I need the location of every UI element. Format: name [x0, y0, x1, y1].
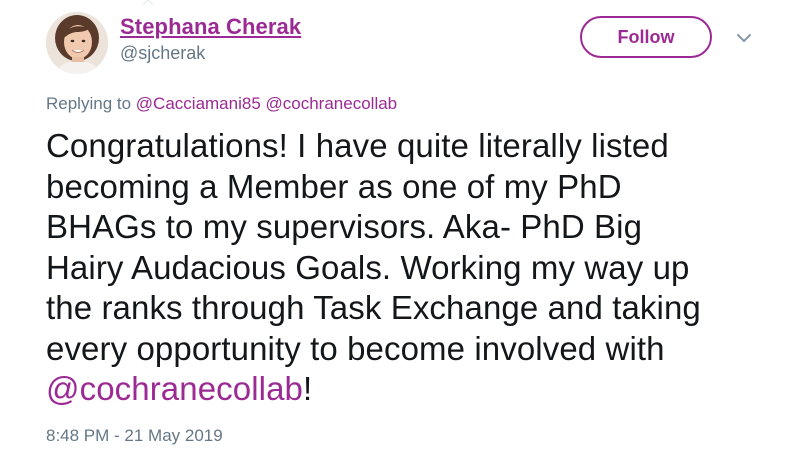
reply-mention-link[interactable]: @cochranecollab	[266, 94, 398, 113]
caret-up-icon	[142, 0, 154, 6]
avatar[interactable]	[46, 12, 108, 74]
chevron-down-icon[interactable]	[733, 30, 755, 46]
tweet-text-line: Congratulations! I have quite literally …	[46, 127, 669, 164]
user-name-link[interactable]: Stephana Cherak	[120, 14, 301, 40]
reply-mention-link[interactable]: @Cacciamani85	[136, 94, 261, 113]
tweet-text-line: Hairy Audacious Goals. Working my way up	[46, 248, 690, 286]
tweet-text-line: every opportunity to become involved wit…	[46, 329, 665, 367]
tweet-text-line: @cochranecollab!	[46, 369, 766, 410]
user-handle: @sjcherak	[120, 43, 206, 63]
replying-to-label: Replying to	[46, 94, 132, 113]
tweet-mention-link[interactable]: @cochranecollab	[46, 370, 303, 407]
tweet-timestamp[interactable]: 8:48 PM - 21 May 2019	[46, 426, 223, 446]
tweet-text-line: the ranks through Task Exchange and taki…	[46, 289, 701, 326]
tweet-card: Stephana Cherak @sjcherak Follow Replyin…	[0, 0, 800, 461]
tweet-text-line: BHAGs to my supervisors. Aka- PhD Big	[46, 208, 643, 245]
tweet-text-line: becoming a Member as one of my PhD	[46, 167, 622, 205]
tweet-text-suffix: !	[302, 370, 313, 407]
tweet-text: Congratulations! I have quite literally …	[46, 126, 766, 410]
follow-button[interactable]: Follow	[580, 16, 712, 58]
replying-to: Replying to @Cacciamani85 @cochranecolla…	[46, 94, 397, 114]
